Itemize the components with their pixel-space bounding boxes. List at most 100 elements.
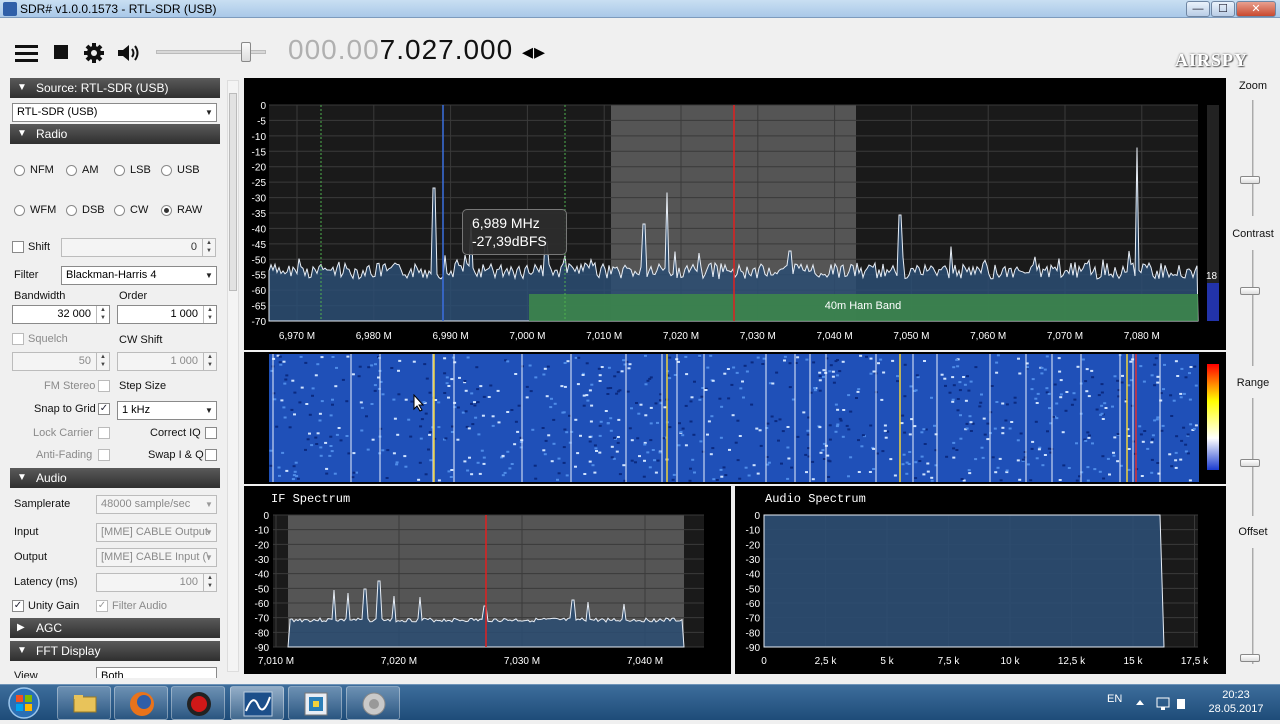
- squelch-input[interactable]: 50 ▲ ▼: [12, 352, 110, 371]
- if-spectrum-panel[interactable]: IF Spectrum 0 -10 -20 -30 -40 -50 -60 -70 -80 -90…: [244, 486, 731, 674]
- waterfall-pixel: [1058, 479, 1062, 481]
- contrast-slider-handle[interactable]: [1240, 287, 1260, 295]
- waterfall-pixel: [1010, 421, 1014, 423]
- windows-start-icon[interactable]: [4, 686, 44, 720]
- shift-checkbox[interactable]: [12, 241, 24, 253]
- mode-radio-dsb[interactable]: [66, 205, 77, 216]
- bandwidth-input[interactable]: 32 000 ▲ ▼: [12, 305, 110, 324]
- unitygain-checkbox[interactable]: ✓: [12, 600, 24, 612]
- stop-icon[interactable]: [53, 44, 69, 60]
- spectrum-chart[interactable]: 0 -5 -10 -15 -20 -25 -30 -35 -40 -45 -50 -55 -60 -65 -…: [244, 78, 1226, 350]
- step-size-select[interactable]: 1 kHz ▼: [117, 401, 217, 420]
- waterfall-display[interactable]: [244, 352, 1226, 484]
- sdrsharp-icon[interactable]: [230, 686, 284, 720]
- mode-radio-usb[interactable]: [161, 165, 172, 176]
- fft-section-header[interactable]: ▼ FFT Display: [10, 641, 220, 661]
- filteraudio-checkbox[interactable]: ✓: [96, 600, 108, 612]
- mode-radio-cw[interactable]: [114, 205, 125, 216]
- correctiq-checkbox[interactable]: [205, 427, 217, 439]
- filter-select[interactable]: Blackman-Harris 4 ▼: [61, 266, 217, 285]
- swapiq-checkbox[interactable]: [205, 449, 217, 461]
- order-input[interactable]: 1 000 ▲ ▼: [117, 305, 217, 324]
- spinner-arrows-icon[interactable]: ▲ ▼: [203, 574, 216, 591]
- hamburger-icon[interactable]: [14, 42, 40, 64]
- waterfall-pixel: [774, 420, 778, 423]
- cwshift-label: CW Shift: [119, 334, 163, 346]
- waterfall-pixel: [963, 383, 967, 386]
- volume-slider-handle[interactable]: [241, 42, 252, 62]
- waterfall-pixel: [325, 467, 329, 470]
- audio-spectrum-panel[interactable]: Audio Spectrum 0 -10 -20 -30 -40 -50 -60 -70 -80…: [735, 486, 1226, 674]
- y-tick-label: -50: [746, 584, 761, 595]
- lockcarrier-checkbox[interactable]: [98, 427, 110, 439]
- output-select[interactable]: [MME] CABLE Input (\ ▼: [96, 548, 217, 567]
- waterfall-pixel: [1037, 448, 1041, 451]
- firefox-icon[interactable]: [114, 686, 168, 720]
- shift-input[interactable]: 0 ▲ ▼: [61, 238, 216, 257]
- mode-radio-wfm[interactable]: [14, 205, 25, 216]
- samplerate-select[interactable]: 48000 sample/sec ▼: [96, 495, 217, 514]
- range-slider-track[interactable]: [1252, 398, 1254, 516]
- antifading-checkbox[interactable]: [98, 449, 110, 461]
- waterfall-pixel: [1098, 470, 1102, 473]
- agc-section-header[interactable]: ▶ AGC: [10, 618, 220, 638]
- fmstereo-checkbox[interactable]: [98, 380, 110, 392]
- waterfall-pixel: [1084, 380, 1088, 383]
- cwshift-input[interactable]: 1 000 ▲ ▼: [117, 352, 217, 371]
- source-device-select[interactable]: RTL-SDR (USB) ▼: [12, 103, 217, 122]
- mode-radio-nfm[interactable]: [14, 165, 25, 176]
- gear-icon[interactable]: [83, 42, 105, 64]
- waterfall-panel[interactable]: [244, 352, 1226, 484]
- mode-radio-raw[interactable]: [161, 205, 172, 216]
- input-select[interactable]: [MME] CABLE Output ▼: [96, 523, 217, 542]
- range-slider-handle[interactable]: [1240, 459, 1260, 467]
- scrollbar-thumb[interactable]: [229, 93, 237, 291]
- source-section-header[interactable]: ▼ Source: RTL-SDR (USB): [10, 78, 220, 98]
- audio-spectrum-chart[interactable]: 0-10-20-30-40-50-60-70-80-900 2,5 k5 k 7,5…: [735, 486, 1226, 674]
- radio-section-header[interactable]: ▼ Radio: [10, 124, 220, 144]
- audio-section-header[interactable]: ▼ Audio: [10, 468, 220, 488]
- waterfall-pixel: [598, 451, 602, 454]
- squelch-checkbox[interactable]: [12, 333, 24, 345]
- zoom-slider-handle[interactable]: [1240, 176, 1260, 184]
- spinner-arrows-icon[interactable]: ▲ ▼: [203, 353, 216, 370]
- waterfall-pixel: [1076, 365, 1080, 368]
- samplerate-value: 48000 sample/sec: [101, 498, 191, 510]
- spinner-arrows-icon[interactable]: ▲ ▼: [203, 306, 216, 323]
- file-explorer-icon[interactable]: [57, 686, 111, 720]
- spinner-arrows-icon[interactable]: ▲ ▼: [202, 239, 215, 256]
- mode-radio-am[interactable]: [66, 165, 77, 176]
- speaker-app-icon[interactable]: [346, 686, 400, 720]
- waterfall-pixel: [417, 478, 421, 481]
- close-button[interactable]: ✕: [1236, 1, 1276, 17]
- zoom-slider-track[interactable]: [1252, 100, 1254, 216]
- maximize-button[interactable]: ☐: [1211, 1, 1235, 17]
- minimize-button[interactable]: —: [1186, 1, 1210, 17]
- waterfall-pixel: [365, 415, 368, 418]
- mode-label-raw: RAW: [177, 204, 203, 216]
- speaker-icon[interactable]: [116, 42, 142, 64]
- frequency-step-arrows[interactable]: ◂▸: [522, 39, 546, 64]
- waterfall-pixel: [476, 401, 480, 404]
- spectrum-panel[interactable]: 0 -5 -10 -15 -20 -25 -30 -35 -40 -45 -50 -55 -60 -65 -…: [244, 78, 1226, 350]
- record-icon[interactable]: [171, 686, 225, 720]
- contrast-slider-track[interactable]: [1252, 250, 1254, 366]
- spinner-arrows-icon[interactable]: ▲ ▼: [96, 353, 109, 370]
- tray-icons[interactable]: [1133, 695, 1193, 711]
- waterfall-pixel: [628, 363, 632, 366]
- snap-to-grid-checkbox[interactable]: ✓: [98, 403, 110, 415]
- waterfall-pixel: [510, 409, 514, 411]
- latency-input[interactable]: 100 ▲ ▼: [96, 573, 217, 592]
- app-icon[interactable]: [288, 686, 342, 720]
- system-clock[interactable]: 20:23 28.05.2017: [1200, 688, 1272, 716]
- offset-slider-track[interactable]: [1252, 548, 1254, 664]
- if-spectrum-chart[interactable]: 0 -10 -20 -30 -40 -50 -60 -70 -80 -90 7,010 M 7,020…: [244, 486, 731, 674]
- frequency-display[interactable]: 000.007.027.000 ◂▸: [288, 34, 546, 66]
- mode-radio-lsb[interactable]: [114, 165, 125, 176]
- control-panel-scrollbar[interactable]: [227, 80, 239, 672]
- view-select[interactable]: Both: [96, 667, 217, 678]
- zoom-label: Zoom: [1238, 80, 1268, 92]
- offset-slider-handle[interactable]: [1240, 654, 1260, 662]
- language-indicator[interactable]: EN: [1107, 693, 1122, 705]
- spinner-arrows-icon[interactable]: ▲ ▼: [96, 306, 109, 323]
